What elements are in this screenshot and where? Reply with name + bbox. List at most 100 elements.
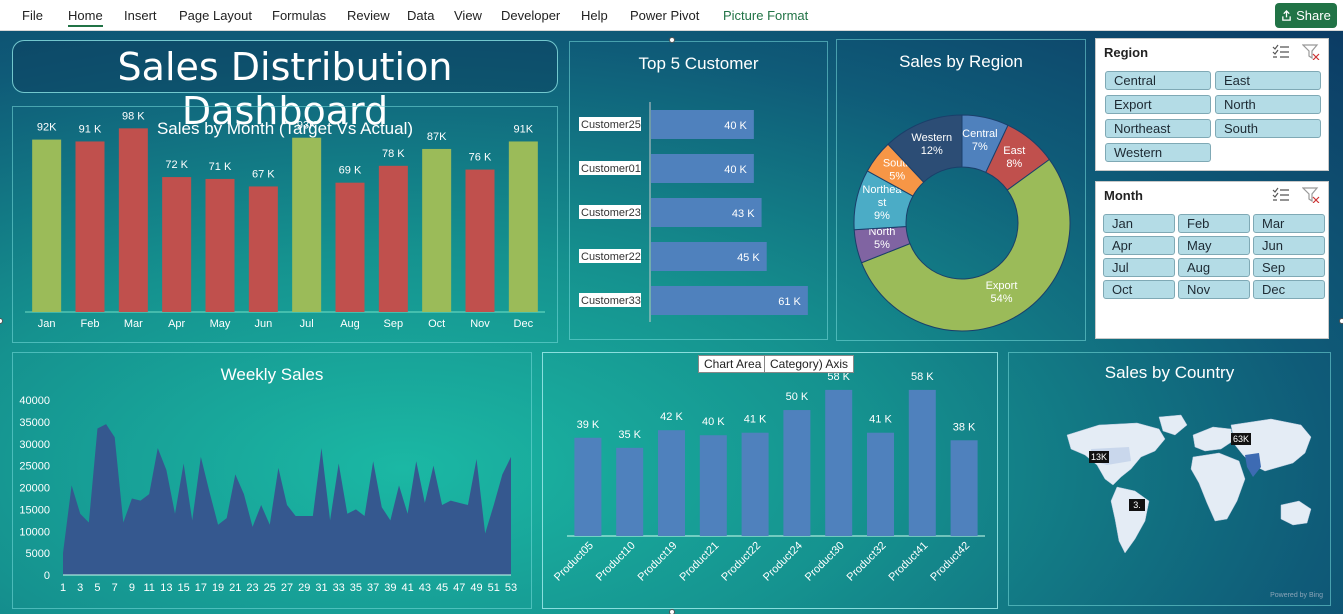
data-label: 43 K — [732, 208, 755, 220]
bar-nov — [465, 169, 495, 312]
selection-handle[interactable] — [0, 318, 3, 324]
selection-handle[interactable] — [669, 609, 675, 614]
bar-product10 — [616, 447, 644, 536]
slice-label-line: 5% — [889, 171, 905, 183]
map-label: 13K — [1091, 452, 1107, 462]
slicer-item-jul[interactable]: Jul — [1103, 258, 1175, 277]
data-label: 41 K — [869, 414, 892, 426]
slicer-item-oct[interactable]: Oct — [1103, 280, 1175, 299]
tab-formulas[interactable]: Formulas — [272, 8, 326, 23]
slicer-item-western[interactable]: Western — [1105, 143, 1211, 162]
y-tick-label: Customer01 — [581, 163, 641, 175]
monthly-sales-chart[interactable]: Sales by Month (Target Vs Actual) 92K Jan… — [12, 106, 558, 343]
x-tick-label: Product05 — [552, 540, 596, 584]
weekly-sales-chart[interactable]: Weekly Sales 0 5000 10000 15000 20000 25000 30… — [12, 352, 532, 609]
bar-product22 — [741, 432, 769, 536]
data-label: 45 K — [737, 252, 760, 264]
x-tick-label: 51 — [488, 582, 500, 594]
bar-aug — [335, 182, 365, 312]
product-sales-chart[interactable]: 39 K Product05 35 K Product10 42 K Product19 4… — [542, 352, 998, 609]
data-label: 78 K — [382, 148, 405, 160]
data-label: 72 K — [165, 159, 188, 171]
slice-label: East 8% — [1003, 145, 1025, 170]
slicer-item-north[interactable]: North — [1215, 95, 1321, 114]
x-tick-label: Sep — [384, 318, 404, 330]
multi-select-icon[interactable] — [1272, 187, 1290, 203]
tab-file[interactable]: File — [22, 8, 43, 23]
selection-handle[interactable] — [669, 37, 675, 43]
x-tick-label: 37 — [367, 582, 379, 594]
x-tick-label: Dec — [514, 318, 534, 330]
map-credit: Powered by Bing — [1270, 592, 1323, 599]
tab-review[interactable]: Review — [347, 8, 390, 23]
bar-jun — [248, 186, 278, 312]
x-tick-label: 13 — [160, 582, 172, 594]
slicer-item-nov[interactable]: Nov — [1178, 280, 1250, 299]
bar-product24 — [783, 410, 811, 536]
x-tick-label: Jun — [254, 318, 272, 330]
x-tick-label: May — [210, 318, 231, 330]
share-button[interactable]: Share — [1275, 3, 1337, 28]
x-tick-label: 41 — [401, 582, 413, 594]
data-label: 40 K — [702, 416, 725, 428]
country-map-chart[interactable]: Sales by Country 63K 13K 3. Powered by B… — [1008, 352, 1331, 606]
slicer-item-jan[interactable]: Jan — [1103, 214, 1175, 233]
dashboard-title-box[interactable]: Sales Distribution Dashboard — [12, 40, 558, 133]
slicer-item-may[interactable]: May — [1178, 236, 1250, 255]
axis-tooltip: Category) Axis — [764, 355, 855, 373]
slice-label-line: Western — [911, 132, 952, 144]
clear-filter-icon[interactable] — [1302, 187, 1320, 203]
share-icon — [1282, 10, 1291, 21]
slicer-item-dec[interactable]: Dec — [1253, 280, 1325, 299]
x-tick-label: 35 — [350, 582, 362, 594]
bar-product19 — [658, 430, 685, 536]
clear-filter-icon[interactable] — [1302, 44, 1320, 60]
tab-view[interactable]: View — [454, 8, 482, 23]
slicer-item-northeast[interactable]: Northeast — [1105, 119, 1211, 138]
region-donut-chart[interactable]: Sales by Region Central 7% East 8% Export 54%… — [836, 39, 1086, 341]
slicer-item-south[interactable]: South — [1215, 119, 1321, 138]
tab-power-pivot[interactable]: Power Pivot — [630, 8, 699, 23]
slicer-item-feb[interactable]: Feb — [1178, 214, 1250, 233]
bar-product05 — [574, 437, 602, 536]
x-tick-label: Jan — [38, 318, 56, 330]
data-label: 40 K — [724, 164, 747, 176]
x-tick-label: 1 — [60, 582, 66, 594]
tab-insert[interactable]: Insert — [124, 8, 157, 23]
slicer-item-sep[interactable]: Sep — [1253, 258, 1325, 277]
tab-help[interactable]: Help — [581, 8, 608, 23]
x-tick-label: 5 — [94, 582, 100, 594]
tab-home[interactable]: Home — [68, 8, 103, 27]
x-tick-label: 47 — [453, 582, 465, 594]
x-tick-label: Oct — [428, 318, 445, 330]
slice-label-line: Export — [986, 280, 1018, 292]
tab-picture-format[interactable]: Picture Format — [723, 8, 808, 23]
tab-data[interactable]: Data — [407, 8, 434, 23]
data-label: 40 K — [724, 120, 747, 132]
slicer-item-export[interactable]: Export — [1105, 95, 1211, 114]
data-label: 61 K — [778, 296, 801, 308]
selection-handle[interactable] — [1339, 318, 1343, 324]
tab-page-layout[interactable]: Page Layout — [179, 8, 252, 23]
slice-label-line: 54% — [990, 293, 1012, 305]
slice-label-line: Central — [962, 128, 997, 140]
x-tick-label: Product19 — [636, 540, 680, 584]
x-tick-label: 9 — [129, 582, 135, 594]
x-tick-label: Nov — [470, 318, 490, 330]
slicer-item-jun[interactable]: Jun — [1253, 236, 1325, 255]
slicer-item-mar[interactable]: Mar — [1253, 214, 1325, 233]
x-tick-label: 49 — [470, 582, 482, 594]
slicer-item-aug[interactable]: Aug — [1178, 258, 1250, 277]
x-tick-label: 23 — [246, 582, 258, 594]
slice-label-line: 5% — [874, 239, 890, 251]
bar-mar — [118, 128, 148, 312]
top-customer-chart[interactable]: Top 5 Customer 40 K Customer25 40 K Custome… — [569, 41, 828, 340]
x-tick-label: Aug — [340, 318, 360, 330]
tab-developer[interactable]: Developer — [501, 8, 560, 23]
slicer-item-east[interactable]: East — [1215, 71, 1321, 90]
slicer-item-central[interactable]: Central — [1105, 71, 1211, 90]
multi-select-icon[interactable] — [1272, 44, 1290, 60]
x-tick-label: Jul — [300, 318, 314, 330]
data-label: 93K — [297, 120, 317, 132]
slicer-item-apr[interactable]: Apr — [1103, 236, 1175, 255]
